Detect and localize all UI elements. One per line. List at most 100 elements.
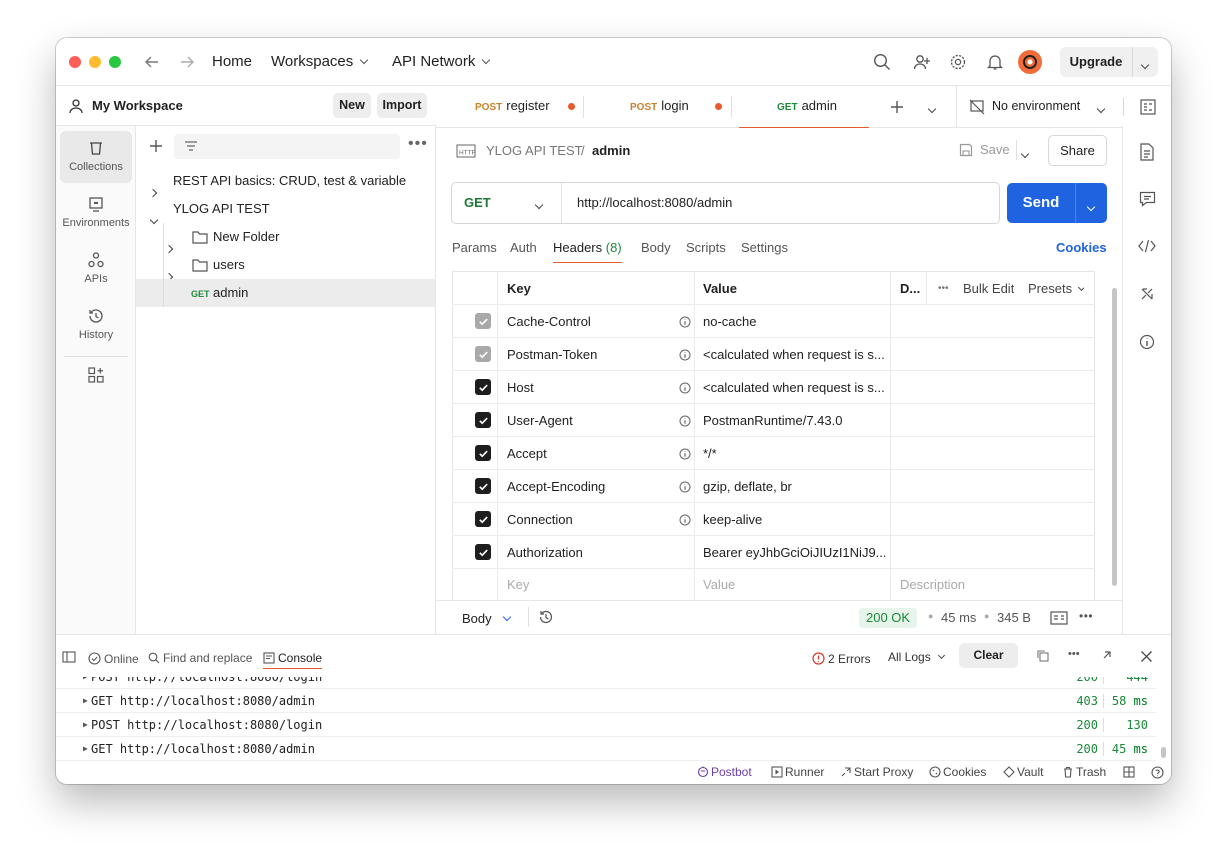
tab-params[interactable]: Params	[452, 240, 497, 255]
tab-headers[interactable]: Headers (8)	[553, 240, 622, 263]
header-checkbox[interactable]	[475, 379, 491, 395]
tree-item-folder[interactable]: New Folder	[136, 223, 435, 254]
home-link[interactable]: Home	[212, 53, 252, 70]
avatar[interactable]	[1018, 50, 1042, 74]
toggle-sidebar-icon[interactable]	[62, 651, 76, 663]
scrollbar[interactable]	[1112, 288, 1117, 586]
tab-register[interactable]: POST register	[444, 86, 584, 128]
close-icon[interactable]	[1140, 650, 1153, 663]
notification-bell-icon[interactable]	[986, 53, 1004, 71]
pop-out-icon[interactable]	[1101, 649, 1113, 661]
log-level-dropdown[interactable]: All Logs	[888, 650, 945, 664]
header-checkbox[interactable]	[475, 544, 491, 560]
header-key[interactable]: Connection	[507, 503, 573, 536]
header-checkbox[interactable]	[475, 478, 491, 494]
header-checkbox[interactable]	[475, 412, 491, 428]
save-options-chevron-icon[interactable]	[1020, 145, 1030, 160]
info-icon[interactable]	[679, 415, 691, 427]
tab-body[interactable]: Body	[641, 240, 671, 255]
header-key[interactable]: Accept-Encoding	[507, 470, 605, 503]
header-value[interactable]: no-cache	[703, 305, 885, 338]
header-checkbox[interactable]	[475, 445, 491, 461]
header-value[interactable]: Bearer eyJhbGciOiJIUzI1NiJ9....	[703, 536, 885, 569]
new-tab-plus-icon[interactable]	[890, 100, 904, 114]
layout-grid-icon[interactable]	[1123, 766, 1135, 778]
filter-input[interactable]	[174, 134, 400, 159]
console-log-row[interactable]: ▶ POST http://localhost:8080/login 200 130 …	[56, 713, 1156, 756]
workspaces-menu[interactable]: Workspaces	[271, 53, 369, 70]
share-button[interactable]: Share	[1048, 135, 1107, 166]
rail-history[interactable]: History	[60, 299, 132, 351]
send-options-chevron-icon[interactable]	[1086, 198, 1096, 213]
new-description-input[interactable]: Description	[900, 568, 965, 601]
rail-apis[interactable]: APIs	[60, 243, 132, 295]
header-value[interactable]: <calculated when request is s...	[703, 371, 885, 404]
cookies-button[interactable]: Cookies	[929, 764, 986, 779]
tab-settings[interactable]: Settings	[741, 240, 788, 255]
info-icon[interactable]	[679, 382, 691, 394]
tree-item-request[interactable]: GET admin	[136, 279, 435, 307]
documentation-icon[interactable]	[1139, 143, 1155, 161]
runner-button[interactable]: Runner	[771, 764, 824, 779]
code-snippet-icon[interactable]	[1138, 238, 1156, 254]
more-options-icon[interactable]: •••	[408, 135, 428, 153]
comments-icon[interactable]	[1139, 191, 1156, 207]
more-options-icon[interactable]: •••	[938, 272, 949, 305]
copy-icon[interactable]	[1036, 649, 1049, 662]
import-button[interactable]: Import	[377, 93, 427, 118]
header-key[interactable]: Host	[507, 371, 534, 404]
history-icon[interactable]	[538, 609, 554, 625]
related-collections-icon[interactable]	[1140, 287, 1154, 301]
trash-button[interactable]: Trash	[1062, 764, 1106, 779]
header-key[interactable]: Postman-Token	[507, 338, 597, 371]
new-value-input[interactable]: Value	[703, 568, 735, 601]
tab-admin[interactable]: GET admin	[739, 86, 869, 128]
header-key[interactable]: Accept	[507, 437, 547, 470]
info-icon[interactable]	[679, 448, 691, 460]
send-button[interactable]: Send	[1007, 183, 1075, 223]
more-options-icon[interactable]: •••	[1068, 648, 1080, 660]
header-checkbox[interactable]	[475, 346, 491, 362]
info-icon[interactable]	[679, 514, 691, 526]
find-replace-button[interactable]: Find and replace	[148, 650, 252, 665]
console-log-row[interactable]: ▶ GET http://localhost:8080/admin 403 58 ms	[56, 689, 1156, 713]
vault-button[interactable]: Vault	[1003, 764, 1043, 779]
help-icon[interactable]	[1151, 766, 1164, 779]
header-checkbox[interactable]	[475, 313, 491, 329]
online-status[interactable]: Online	[88, 650, 139, 666]
header-key[interactable]: Cache-Control	[507, 305, 591, 338]
rail-collections[interactable]: Collections	[60, 131, 132, 183]
header-key[interactable]: User-Agent	[507, 404, 573, 437]
bulk-edit-button[interactable]: Bulk Edit	[963, 272, 1014, 305]
settings-gear-icon[interactable]	[949, 53, 967, 71]
add-apps-icon[interactable]	[87, 366, 105, 384]
tabs-overflow-chevron-icon[interactable]	[927, 100, 937, 115]
minimize-window-button[interactable]	[89, 56, 101, 68]
upgrade-chevron-down-icon[interactable]	[1140, 56, 1150, 71]
back-arrow-icon[interactable]	[143, 53, 161, 71]
tree-item-folder[interactable]: users	[136, 251, 435, 282]
console-scrollbar[interactable]	[1161, 747, 1166, 758]
header-value[interactable]: keep-alive	[703, 503, 885, 536]
postbot-button[interactable]: Postbot	[697, 764, 752, 779]
status-badge[interactable]: 200 OK	[859, 608, 918, 628]
breadcrumb-collection[interactable]: YLOG API TEST	[486, 143, 583, 158]
console-tab[interactable]: Console	[263, 650, 323, 669]
forward-arrow-icon[interactable]	[178, 53, 196, 71]
tree-item-collection[interactable]: YLOG API TEST	[136, 195, 435, 225]
tree-item-collection[interactable]: REST API basics: CRUD, test & variable	[136, 167, 435, 198]
api-network-menu[interactable]: API Network	[392, 53, 491, 70]
request-title[interactable]: admin	[592, 143, 630, 158]
url-input[interactable]: http://localhost:8080/admin	[577, 195, 732, 210]
new-button[interactable]: New	[333, 93, 371, 118]
more-options-icon[interactable]: •••	[1079, 609, 1093, 623]
header-value[interactable]: */*	[703, 437, 885, 470]
environment-selector[interactable]: No environment	[957, 86, 1122, 128]
info-icon[interactable]	[679, 481, 691, 493]
info-icon[interactable]	[679, 316, 691, 328]
start-proxy-button[interactable]: Start Proxy	[840, 764, 913, 779]
add-collection-icon[interactable]	[149, 139, 163, 153]
response-body-dropdown[interactable]: Body	[462, 611, 511, 626]
clear-button[interactable]: Clear	[959, 643, 1018, 668]
info-icon[interactable]	[679, 349, 691, 361]
